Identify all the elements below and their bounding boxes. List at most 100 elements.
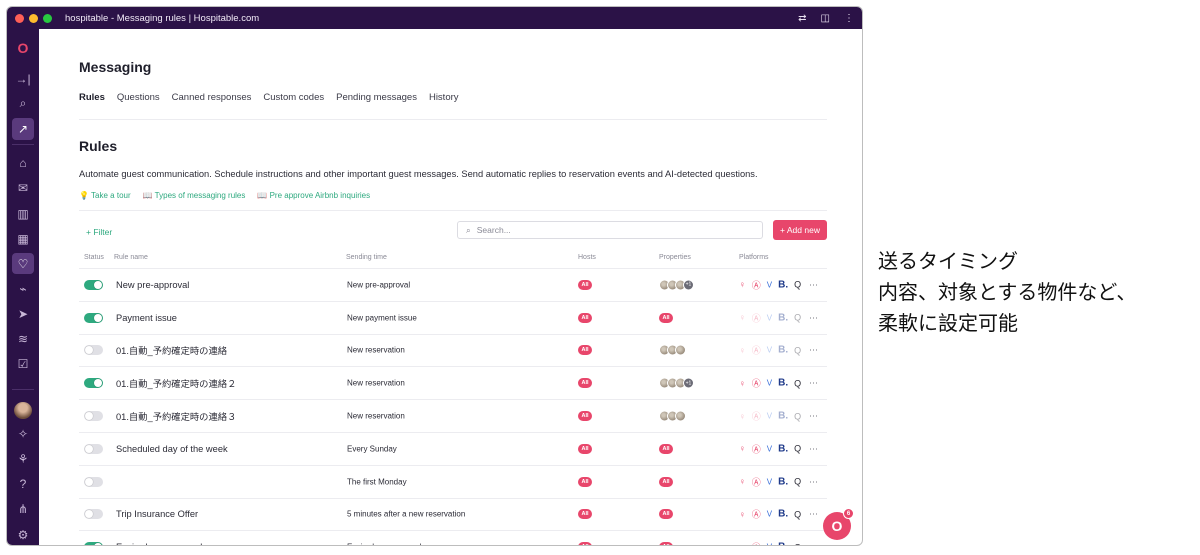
link-preapprove[interactable]: 📖 Pre approve Airbnb inquiries [257, 191, 370, 200]
table-row[interactable]: The first Monday All All ♀ Ⓐ V B. Q ⋯ [79, 464, 827, 498]
properties-all-pill: All [659, 542, 673, 545]
property-avatars[interactable] [659, 344, 686, 356]
rule-name[interactable]: Trip Insurance Offer [116, 509, 198, 519]
booking-platform-icon: B. [778, 279, 789, 291]
status-toggle[interactable] [84, 411, 103, 422]
property-avatars[interactable]: +1 [659, 279, 694, 291]
send-icon[interactable]: ➤ [12, 304, 34, 325]
table-row[interactable]: Scheduled day of the week Every Sunday A… [79, 431, 827, 465]
building-icon[interactable]: ▥ [12, 203, 34, 224]
header-rule-name: Rule name [114, 254, 148, 261]
row-menu-icon[interactable]: ⋯ [809, 476, 818, 487]
rule-name[interactable]: 01.自動_予約確定時の連絡３ [116, 409, 236, 423]
status-toggle[interactable] [84, 542, 103, 545]
hospitable-platform-icon: ♀ [739, 443, 746, 454]
row-menu-icon[interactable]: ⋯ [809, 542, 818, 545]
table-row[interactable]: 01.自動_予約確定時の連絡３ New reservation All ♀ Ⓐ … [79, 399, 827, 432]
table-row[interactable]: New pre-approval New pre-approval All +1… [79, 268, 827, 301]
status-toggle[interactable] [84, 312, 103, 323]
translate-icon[interactable]: ⇄ [798, 13, 806, 24]
mail-icon[interactable]: ✉ [12, 178, 34, 199]
home-icon[interactable]: ⌂ [12, 153, 34, 174]
status-toggle[interactable] [84, 345, 103, 356]
status-toggle[interactable] [84, 509, 103, 520]
gift-icon[interactable]: ⚘ [12, 448, 34, 469]
minimize-window-button[interactable] [29, 13, 38, 23]
trending-icon[interactable]: ↗ [12, 118, 34, 140]
platforms-list: ♀ Ⓐ V B. Q [739, 344, 801, 357]
tab-custom-codes[interactable]: Custom codes [263, 92, 324, 103]
link-types-rules[interactable]: 📖 Types of messaging rules [143, 191, 246, 200]
hospitable-platform-icon: ♀ [739, 476, 746, 487]
checkbox-icon[interactable]: ☑ [12, 354, 34, 375]
vrbo-platform-icon: V [766, 411, 773, 421]
status-toggle[interactable] [84, 279, 103, 290]
help-icon[interactable]: ? [12, 474, 34, 495]
row-menu-icon[interactable]: ⋯ [809, 378, 818, 389]
status-toggle[interactable] [84, 476, 103, 487]
rule-name[interactable]: Scheduled day of the week [116, 444, 228, 454]
row-menu-icon[interactable]: ⋯ [809, 345, 818, 356]
rule-name[interactable]: New pre-approval [116, 280, 189, 290]
direct-platform-icon: Q [794, 443, 802, 454]
filter-button[interactable]: + Filter [86, 227, 112, 237]
link-preapprove-label: Pre approve Airbnb inquiries [269, 191, 371, 200]
property-avatars[interactable] [659, 410, 686, 422]
vrbo-platform-icon: V [766, 280, 773, 290]
tab-canned-responses[interactable]: Canned responses [172, 92, 252, 103]
tab-history[interactable]: History [429, 92, 459, 103]
sidebar: O →| ⌕ ↗ ⌂ ✉ ▥ ▦ ♡ ⌁ ➤ ≋ ☑ ✧ ⚘ ? ⋔ ⚙ [7, 29, 39, 545]
airbnb-platform-icon: Ⓐ [752, 541, 761, 545]
window-title: hospitable - Messaging rules | Hospitabl… [65, 12, 260, 24]
wifi-icon[interactable]: ≋ [12, 329, 34, 350]
status-toggle[interactable] [84, 378, 103, 389]
search-input[interactable]: ⌕ Search... [457, 221, 763, 239]
close-window-button[interactable] [15, 13, 24, 23]
hospitable-logo-icon[interactable]: O [12, 37, 34, 58]
row-menu-icon[interactable]: ⋯ [809, 443, 818, 454]
table-row[interactable]: Payment issue New payment issue All All … [79, 300, 827, 334]
rule-name[interactable]: Expired pre-approval [116, 542, 202, 545]
heart-icon[interactable]: ♡ [12, 253, 34, 275]
property-avatars[interactable]: +1 [659, 377, 694, 389]
row-menu-icon[interactable]: ⋯ [809, 509, 818, 520]
booking-platform-icon: B. [778, 476, 789, 488]
status-toggle[interactable] [84, 443, 103, 454]
search-icon[interactable]: ⌕ [12, 93, 34, 114]
chart-icon[interactable]: ⌁ [12, 278, 34, 299]
settings-icon[interactable]: ⚙ [12, 524, 34, 545]
section-description: Automate guest communication. Schedule i… [79, 169, 758, 179]
rule-name[interactable]: 01.自動_予約確定時の連絡 [116, 343, 227, 357]
row-menu-icon[interactable]: ⋯ [809, 279, 818, 290]
table-row[interactable]: Trip Insurance Offer 5 minutes after a n… [79, 497, 827, 531]
hosts-all-pill: All [578, 312, 592, 323]
user-avatar[interactable] [14, 402, 32, 420]
table-row[interactable]: 01.自動_予約確定時の連絡２ New reservation All +1 ♀… [79, 366, 827, 399]
table-row[interactable]: 01.自動_予約確定時の連絡 New reservation All ♀ Ⓐ V… [79, 333, 827, 367]
tab-rules[interactable]: Rules [79, 92, 105, 103]
tab-pending-messages[interactable]: Pending messages [336, 92, 417, 103]
expand-icon[interactable]: →| [12, 68, 34, 89]
rule-name[interactable]: Payment issue [116, 313, 177, 323]
hosts-all-pill: All [578, 509, 592, 520]
airbnb-platform-icon: Ⓐ [751, 313, 761, 324]
sparkle-icon[interactable]: ✧ [12, 423, 34, 444]
search-placeholder: Search... [476, 225, 511, 235]
more-menu-icon[interactable]: ⋮ [844, 13, 854, 24]
vrbo-platform-icon: V [766, 345, 773, 355]
hosts-all-pill: All [578, 279, 592, 290]
hospitable-platform-icon: ♀ [739, 378, 746, 389]
platforms-list: ♀ Ⓐ V B. Q [739, 377, 801, 390]
row-menu-icon[interactable]: ⋯ [809, 411, 818, 422]
table-row[interactable]: Expired pre-approval Expired pre-approva… [79, 530, 827, 545]
rule-name[interactable]: 01.自動_予約確定時の連絡２ [116, 376, 236, 390]
row-menu-icon[interactable]: ⋯ [809, 312, 818, 323]
chat-fab-button[interactable]: O6 [823, 508, 854, 540]
tab-questions[interactable]: Questions [117, 92, 160, 103]
add-new-button[interactable]: + Add new [773, 220, 827, 240]
link-take-tour[interactable]: 💡 Take a tour [79, 191, 131, 200]
maximize-window-button[interactable] [43, 13, 52, 23]
org-icon[interactable]: ⋔ [12, 499, 34, 520]
calendar-icon[interactable]: ▦ [12, 228, 34, 249]
extensions-icon[interactable]: ◫ [821, 13, 830, 24]
